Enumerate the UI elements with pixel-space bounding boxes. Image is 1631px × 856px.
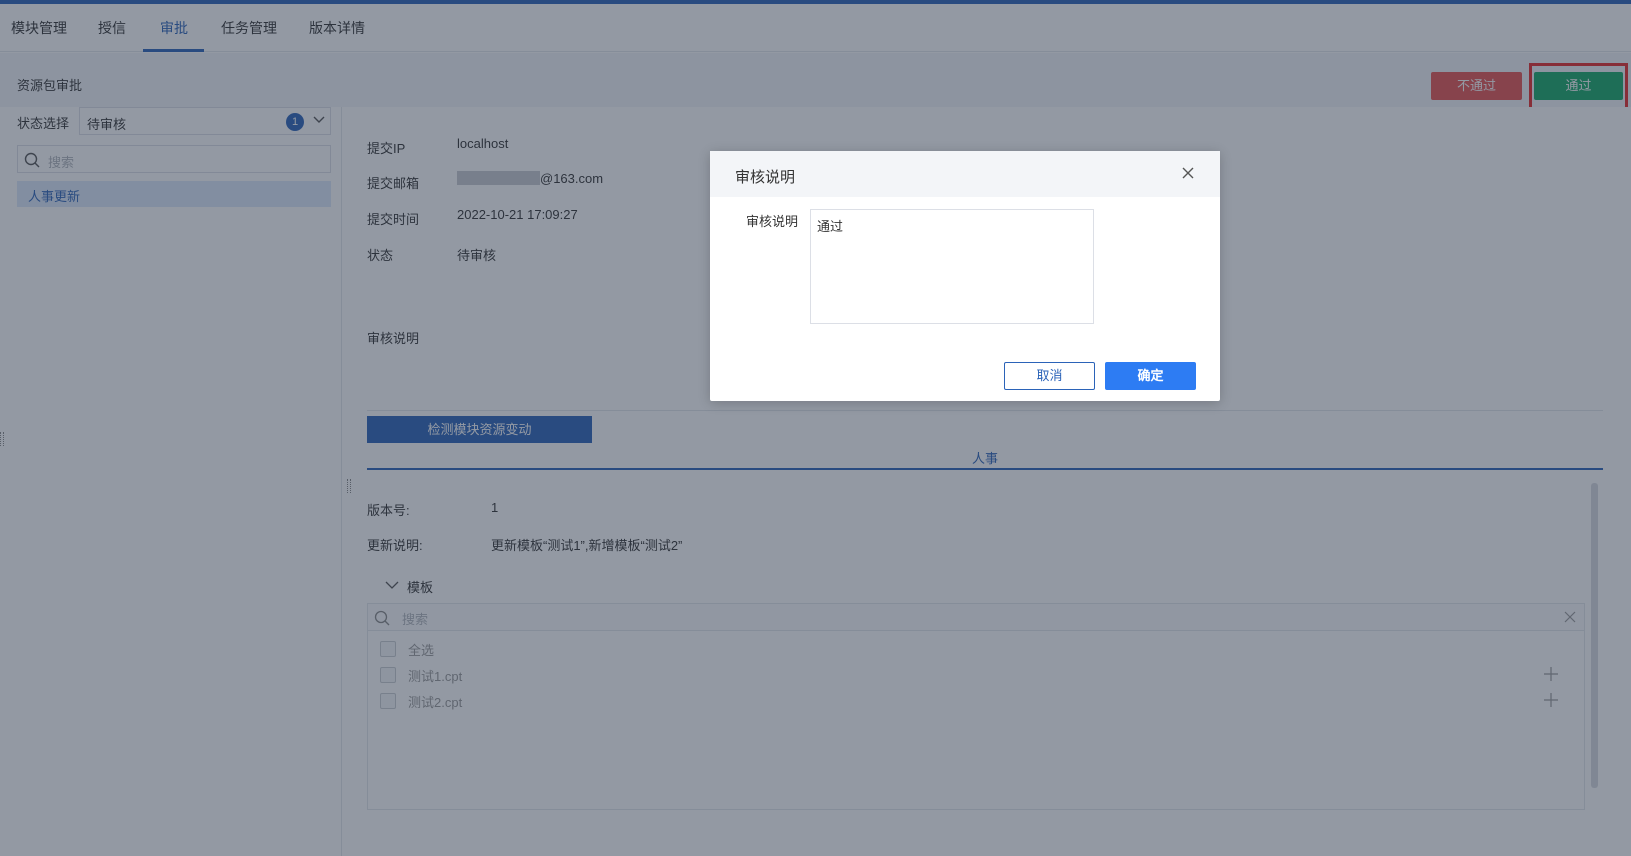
dialog-title: 审核说明 xyxy=(735,169,796,186)
review-note-textarea[interactable]: 通过 xyxy=(810,209,1094,324)
close-icon[interactable] xyxy=(1180,165,1196,181)
modal-overlay[interactable] xyxy=(0,0,1631,856)
app-window: 模块管理 授信 审批 任务管理 版本详情 资源包审批 不通过 通过 状态选择 待… xyxy=(0,0,1631,856)
dialog-header: 审核说明 xyxy=(710,151,1220,197)
dialog-field-label: 审核说明 xyxy=(746,214,799,229)
cancel-button[interactable]: 取消 xyxy=(1004,362,1095,390)
review-note-dialog: 审核说明 审核说明 通过 取消 确定 xyxy=(710,151,1220,401)
confirm-button[interactable]: 确定 xyxy=(1105,362,1196,390)
